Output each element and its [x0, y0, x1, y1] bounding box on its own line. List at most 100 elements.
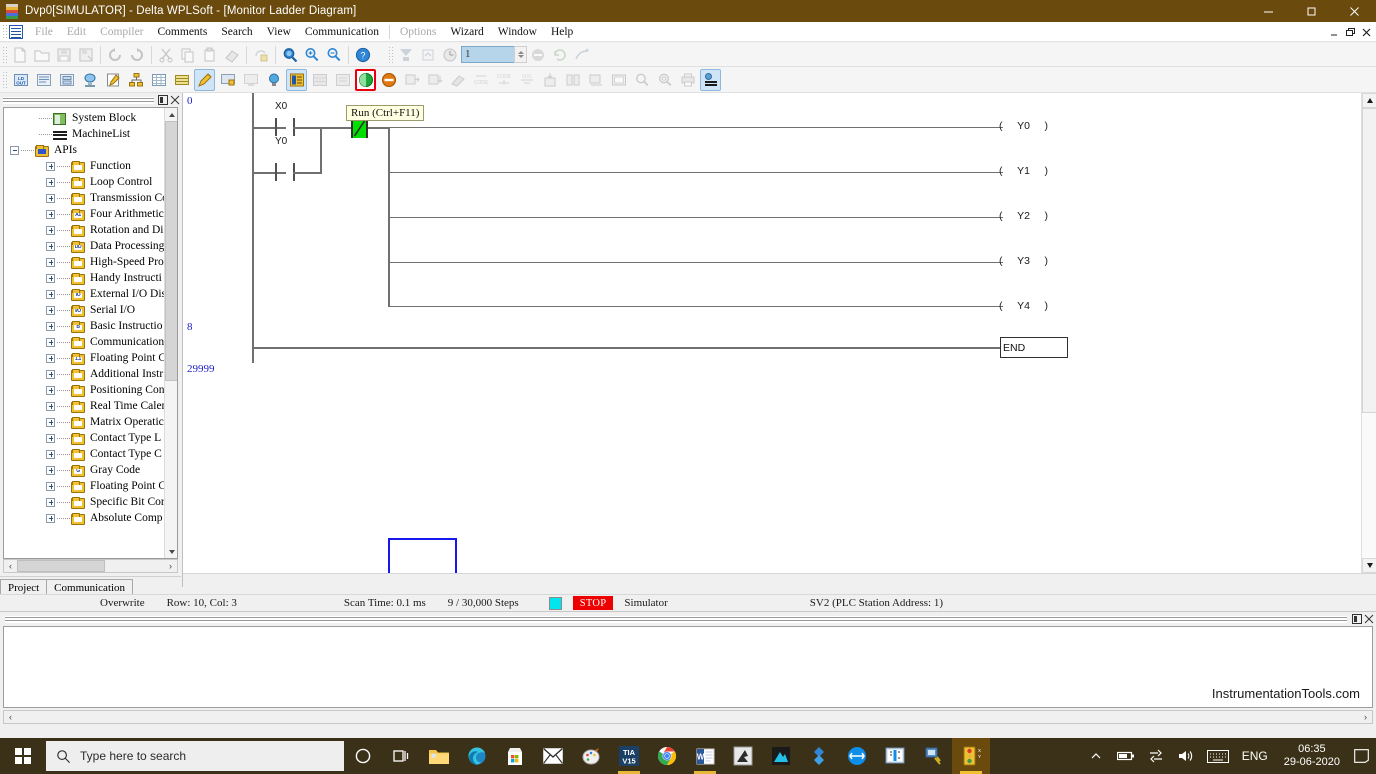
tree-item[interactable]: 1.1 Floating Point C [4, 350, 166, 366]
tree-expand-icon[interactable] [46, 465, 55, 475]
search-input[interactable]: Type here to search [46, 741, 344, 771]
output-horizontal-scrollbar[interactable]: ‹ › [3, 710, 1373, 724]
write-plc-icon[interactable] [401, 69, 422, 91]
tia-portal-icon[interactable]: TIA V15 [610, 738, 648, 774]
read-plc-icon[interactable] [424, 69, 445, 91]
tree-item[interactable]: Transmission Co [4, 190, 168, 206]
tree-expand-icon[interactable] [46, 321, 55, 331]
run-plc-icon[interactable] [355, 68, 376, 91]
monitor-off-icon[interactable] [240, 69, 261, 91]
tree-item[interactable]: Matrix Operatic [4, 414, 164, 430]
panel-close-button[interactable] [169, 95, 180, 106]
tree-expand-icon[interactable] [46, 305, 55, 315]
save-as-icon[interactable] [76, 45, 96, 65]
cursor-selection-box[interactable] [388, 538, 457, 573]
utility-app-icon[interactable] [914, 738, 952, 774]
end-instruction-block[interactable]: END [1000, 337, 1068, 358]
app9-icon[interactable] [724, 738, 762, 774]
plc-toolbar-grip-icon[interactable] [2, 70, 7, 89]
upload-icon[interactable] [418, 45, 438, 65]
ladder-scroll-down-button[interactable] [1362, 558, 1376, 573]
tree-item[interactable]: Rotation and Di [4, 222, 164, 238]
tree-item[interactable]: Real Time Calen [4, 398, 167, 414]
coil-y4[interactable]: ( Y4 ) [999, 300, 1048, 312]
word-icon[interactable]: W [686, 738, 724, 774]
tree-expand-icon[interactable] [46, 497, 55, 507]
tree-item[interactable]: Function [4, 158, 164, 174]
output-pin-button[interactable] [1351, 614, 1362, 625]
toolbar-grip-icon[interactable] [2, 45, 7, 64]
maximize-button[interactable] [1290, 0, 1333, 22]
ladder-monitor-icon[interactable] [286, 68, 307, 91]
tree-item[interactable]: Contact Type L [4, 430, 164, 446]
ladder-canvas[interactable]: 0 8 29999 X0 Y0 Run (Ctrl+F11) (Y0) (… [183, 93, 1360, 573]
open-file-icon[interactable] [32, 45, 52, 65]
pen-edit-icon[interactable] [194, 68, 215, 91]
cut-icon[interactable] [156, 45, 176, 65]
search-instruction-icon[interactable] [654, 69, 675, 91]
compare-icon[interactable] [562, 69, 583, 91]
output-close-button[interactable] [1363, 614, 1374, 625]
device-table-icon[interactable] [148, 69, 169, 91]
close-button[interactable] [1333, 0, 1376, 22]
refresh-icon[interactable] [550, 45, 570, 65]
output-panel-drag-handle[interactable] [5, 615, 1347, 623]
tree-item[interactable]: Additional Instr [4, 366, 164, 382]
menu-edit[interactable]: Edit [60, 24, 93, 40]
tree-item[interactable]: Handy Instructi [4, 270, 164, 286]
tree-hscroll-left-button[interactable]: ‹ [4, 560, 17, 572]
edge-icon[interactable] [458, 738, 496, 774]
contact-nc-energized[interactable] [351, 119, 368, 138]
tree-expand-icon[interactable] [46, 209, 55, 219]
ladder-vertical-scrollbar[interactable] [1361, 93, 1376, 573]
output-hscroll-track[interactable] [17, 711, 1359, 723]
report-grey-icon[interactable] [332, 69, 353, 91]
ladder-diagram-area[interactable]: 0 8 29999 X0 Y0 Run (Ctrl+F11) (Y0) (… [182, 93, 1376, 587]
save-icon[interactable] [54, 45, 74, 65]
tree-item[interactable]: High-Speed Pro [4, 254, 164, 270]
help-icon[interactable]: ? [353, 45, 373, 65]
tree-hscroll-track[interactable] [17, 560, 164, 572]
app10-icon[interactable] [762, 738, 800, 774]
ladder-horizontal-scrollbar[interactable] [183, 573, 1376, 587]
task-view-icon[interactable] [382, 738, 420, 774]
tree-scroll-thumb[interactable] [165, 121, 177, 381]
menu-compiler[interactable]: Compiler [93, 24, 150, 40]
mdi-close-button[interactable] [1358, 25, 1374, 39]
paste-icon[interactable] [200, 45, 220, 65]
tree-item[interactable]: System Block [4, 110, 164, 126]
tree-item[interactable]: I/O Serial I/O [4, 302, 164, 318]
tray-expand-chevron-icon[interactable] [1082, 738, 1110, 774]
tree-item[interactable]: Contact Type C [4, 446, 164, 462]
instruction-list-icon[interactable] [33, 69, 54, 91]
tree-expand-icon[interactable] [46, 449, 55, 459]
tree-item[interactable]: Specific Bit Cor [4, 494, 165, 510]
battery-icon[interactable] [1112, 738, 1140, 774]
stop-plc-icon[interactable] [378, 69, 399, 91]
redo-icon[interactable] [127, 45, 147, 65]
tree-expand-icon[interactable] [46, 225, 55, 235]
menu-file[interactable]: File [28, 24, 60, 40]
tree-item[interactable]: MachineList [4, 126, 164, 142]
register-edit-icon[interactable] [608, 69, 629, 91]
tree-item[interactable]: G Gray Code [4, 462, 164, 478]
tree-item[interactable]: Positioning Con [4, 382, 164, 398]
paint-icon[interactable] [572, 738, 610, 774]
tree-expand-icon[interactable] [46, 401, 55, 411]
output-hscroll-left-button[interactable]: ‹ [4, 711, 17, 723]
panel-pin-button[interactable] [157, 95, 168, 106]
sfc-icon[interactable] [56, 69, 77, 91]
tree-scroll-down-button[interactable] [165, 545, 177, 558]
ladder-scroll-thumb[interactable] [1362, 108, 1376, 413]
tree-expand-icon[interactable] [46, 289, 55, 299]
mdi-restore-button[interactable] [1342, 25, 1358, 39]
tree-expand-icon[interactable] [46, 177, 55, 187]
coil-y3[interactable]: ( Y3 ) [999, 255, 1048, 267]
zoom-out-icon[interactable] [324, 45, 344, 65]
panel-drag-handle[interactable] [3, 96, 154, 104]
tree-expand-icon[interactable] [46, 417, 55, 427]
register-table-icon[interactable] [171, 69, 192, 91]
tree-item[interactable]: Communication [4, 334, 164, 350]
tree-item[interactable]: Absolute Comp [4, 510, 164, 526]
broadcast-icon[interactable] [447, 69, 468, 91]
